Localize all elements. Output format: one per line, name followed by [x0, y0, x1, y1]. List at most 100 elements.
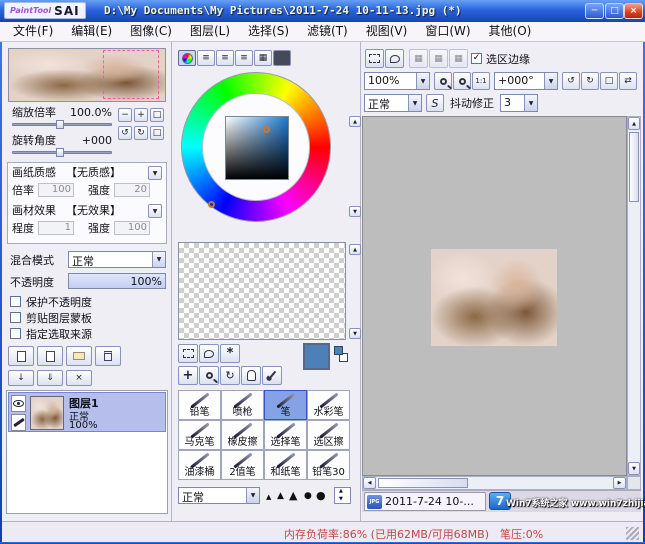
menu-layer[interactable]: 图层(L)	[181, 22, 239, 41]
brush-watercolor[interactable]: 水彩笔	[307, 390, 350, 420]
layer-visibility-toggle[interactable]	[11, 395, 26, 412]
menu-edit[interactable]: 编辑(E)	[62, 22, 121, 41]
paper-scale-field[interactable]: 100	[38, 183, 74, 197]
paper-strength-field[interactable]: 20	[114, 183, 150, 197]
brush-select-eraser[interactable]: 选区擦	[307, 420, 350, 450]
canvas-zoom-reset-button[interactable]: 1:1	[472, 72, 490, 90]
horizontal-scrollbar[interactable]: ◀ ▶	[362, 476, 627, 490]
canvas-angle-select[interactable]: +000° ▼	[494, 72, 558, 90]
transfer-down-button[interactable]: ↓	[8, 370, 34, 386]
canvas-angle-reset-button[interactable]: □	[600, 72, 618, 90]
menu-filter[interactable]: 滤镜(T)	[298, 22, 357, 41]
protect-opacity-checkbox[interactable]	[10, 296, 21, 307]
nav-zoom-out-button[interactable]: −	[118, 108, 132, 122]
hand-tool[interactable]	[241, 366, 261, 385]
selection-edge-checkbox[interactable]: ✓	[471, 53, 482, 64]
document-tab[interactable]: JPG 2011-7-24 10-...	[364, 492, 486, 511]
menu-others[interactable]: 其他(O)	[480, 22, 541, 41]
nav-zoom-in-button[interactable]: +	[134, 108, 148, 122]
menu-selection[interactable]: 选择(S)	[239, 22, 298, 41]
hue-ring[interactable]	[181, 72, 331, 222]
color-mixer-tab[interactable]: ≡	[235, 50, 253, 66]
scratchpad-tab[interactable]	[273, 50, 291, 66]
title-bar[interactable]: PaintTool SAI D:\My Documents\My Picture…	[0, 0, 645, 22]
clear-layer-button[interactable]: ×	[66, 370, 92, 386]
canvas-zoom-out-button[interactable]	[434, 72, 452, 90]
canvas-zoom-select[interactable]: 100% ▼	[364, 72, 430, 90]
brush-shape-tri-medium[interactable]: ▲	[277, 491, 284, 501]
canvas-area[interactable]: Win7系统之家	[362, 116, 627, 476]
nav-rotate-cw-button[interactable]: ↻	[134, 126, 148, 140]
delete-layer-button[interactable]	[95, 346, 121, 366]
brush-shape-tri-large[interactable]: ▲	[289, 489, 297, 502]
menu-view[interactable]: 视图(V)	[357, 22, 417, 41]
nav-rotate-reset-button[interactable]: □	[150, 126, 164, 140]
brush-bucket[interactable]: 油漆桶	[178, 450, 221, 480]
selection-source-checkbox[interactable]	[10, 328, 21, 339]
maximize-button[interactable]: □	[605, 3, 624, 19]
stabilizer-curve-button[interactable]: S	[426, 94, 444, 112]
brush-shape-dot-large[interactable]: ●	[316, 489, 326, 502]
brush-size-spinner[interactable]: ▲ ▼	[334, 487, 351, 504]
saturation-value-square[interactable]	[225, 116, 289, 180]
close-button[interactable]: ×	[624, 3, 643, 19]
scroll-left-button[interactable]: ◀	[363, 477, 376, 489]
menu-file[interactable]: 文件(F)	[4, 22, 62, 41]
brush-eraser[interactable]: 橡皮擦	[221, 420, 264, 450]
effect-strength-field[interactable]: 100	[114, 221, 150, 235]
paper-texture-dropdown[interactable]: ▼	[148, 166, 162, 180]
move-tool[interactable]: +	[178, 366, 198, 385]
current-color-swatch[interactable]	[303, 343, 330, 370]
navigator-preview[interactable]	[8, 48, 166, 102]
brush-paper-pen[interactable]: 和纸笔	[264, 450, 307, 480]
canvas-rotate-cw-button[interactable]: ↻	[581, 72, 599, 90]
canvas-image[interactable]	[431, 249, 557, 346]
material-effect-dropdown[interactable]: ▼	[148, 204, 162, 218]
rect-select-tool[interactable]	[178, 344, 198, 363]
foreground-color-chip[interactable]	[334, 346, 343, 355]
stabilizer-select[interactable]: 3 ▼	[500, 94, 538, 112]
canvas-flip-button[interactable]: ⇄	[619, 72, 637, 90]
brush-brush-selected[interactable]: 笔	[264, 390, 307, 420]
magic-wand-tool[interactable]: *	[220, 344, 240, 363]
angle-slider-thumb[interactable]	[56, 148, 64, 157]
color-scratchpad[interactable]	[178, 242, 346, 340]
new-layer-set-button[interactable]	[66, 346, 92, 366]
scroll-right-button[interactable]: ▶	[613, 477, 626, 489]
layer-row[interactable]: 图层1 正常 100%	[8, 392, 166, 432]
blend-mode-select[interactable]: 正常 ▼	[68, 251, 166, 268]
brush-shape-dot-medium[interactable]: ●	[304, 491, 312, 501]
merge-down-button[interactable]: ⇓	[37, 370, 63, 386]
zoom-tool[interactable]	[199, 366, 219, 385]
brush-binary-pen[interactable]: 2值笔	[221, 450, 264, 480]
brush-pencil[interactable]: 铅笔	[178, 390, 221, 420]
tool-mode-select[interactable]: 正常 ▼	[364, 94, 422, 112]
vertical-scroll-thumb[interactable]	[629, 132, 639, 202]
nav-zoom-reset-button[interactable]: □	[150, 108, 164, 122]
eyedropper-tool[interactable]	[262, 366, 282, 385]
spinner-down-icon[interactable]: ▼	[339, 496, 343, 502]
swatches-tab[interactable]: ▦	[254, 50, 272, 66]
brush-blend-select[interactable]: 正常 ▼	[178, 487, 260, 504]
rgb-sliders-tab[interactable]: ≡	[197, 50, 215, 66]
selection-option-button-3[interactable]: ▦	[449, 49, 468, 68]
lasso-tool[interactable]	[199, 344, 219, 363]
nav-rotate-ccw-button[interactable]: ↺	[118, 126, 132, 140]
minimize-button[interactable]: ─	[585, 3, 604, 19]
menu-window[interactable]: 窗口(W)	[416, 22, 479, 41]
brush-airbrush[interactable]: 喷枪	[221, 390, 264, 420]
selection-transform-button[interactable]	[365, 49, 384, 68]
menu-canvas[interactable]: 图像(C)	[121, 22, 181, 41]
selection-option-button-1[interactable]: ▦	[409, 49, 428, 68]
selection-option-button-2[interactable]: ▦	[429, 49, 448, 68]
hsv-sliders-tab[interactable]: ≡	[216, 50, 234, 66]
scroll-down-button[interactable]: ▼	[628, 462, 640, 475]
zoom-slider-thumb[interactable]	[56, 120, 64, 129]
new-linework-layer-button[interactable]	[37, 346, 63, 366]
brush-pencil30[interactable]: 铅笔30	[307, 450, 350, 480]
canvas-zoom-in-button[interactable]	[453, 72, 471, 90]
new-layer-button[interactable]	[8, 346, 34, 366]
resize-grip[interactable]	[626, 527, 639, 540]
navigator-view-rect[interactable]	[103, 50, 159, 99]
effect-degree-field[interactable]: 1	[38, 221, 74, 235]
